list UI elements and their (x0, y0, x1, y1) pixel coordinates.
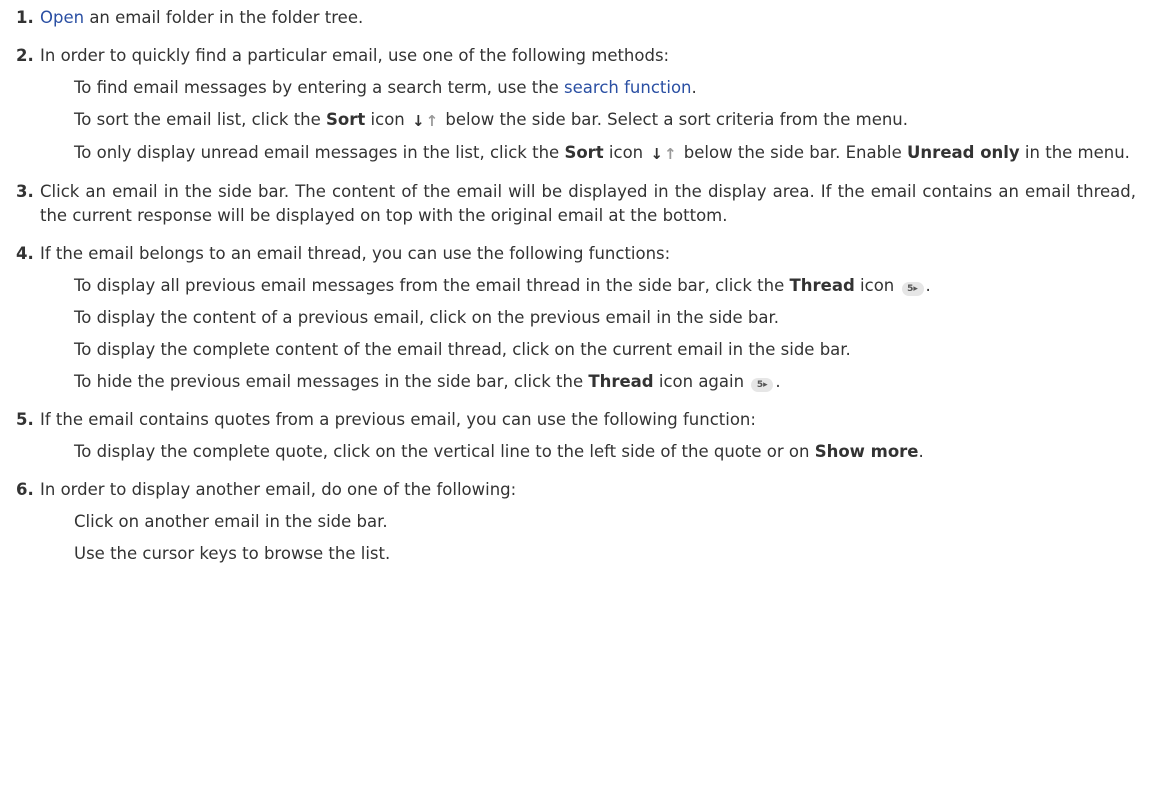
sort-label: Sort (326, 110, 366, 129)
function-list: To display all previous email messages f… (40, 274, 1136, 394)
function-text: icon (854, 276, 895, 295)
step-3-text: Click an email in the side bar. The cont… (40, 182, 1136, 225)
method-text: below the side bar. Select a sort criter… (440, 110, 909, 129)
function-complete-thread: To display the complete content of the e… (74, 340, 851, 359)
thread-icon: 5▸ (751, 378, 774, 392)
thread-icon: 5▸ (901, 282, 924, 296)
method-search: To find email messages by entering a sea… (74, 76, 1136, 100)
function-show-quote: To display the complete quote, click on … (74, 440, 1136, 464)
unread-only-label: Unread only (907, 143, 1020, 162)
step-6: 6. In order to display another email, do… (16, 478, 1136, 566)
open-link[interactable]: Open (40, 8, 84, 27)
function-text: . (775, 372, 781, 391)
thread-label: Thread (588, 372, 654, 391)
sort-icon: ↓ ↑ (412, 109, 438, 133)
step-number: 5. (16, 410, 34, 429)
thread-label: Thread (789, 276, 855, 295)
step-4: 4. If the email belongs to an email thre… (16, 242, 1136, 394)
sort-icon: ↓ ↑ (650, 142, 676, 166)
option-cursor-keys: Use the cursor keys to browse the list. (74, 544, 391, 563)
step-1-text: an email folder in the folder tree. (84, 8, 364, 27)
method-text: . (691, 78, 697, 97)
method-text: in the menu. (1019, 143, 1130, 162)
search-function-link[interactable]: search function (564, 78, 691, 97)
step-number: 4. (16, 244, 34, 263)
method-text: To find email messages by entering a sea… (74, 78, 565, 97)
option-click-email: Click on another email in the side bar. (74, 512, 388, 531)
function-text: icon again (653, 372, 745, 391)
option-list: Click on another email in the side bar. … (40, 510, 1136, 566)
sort-label: Sort (564, 143, 604, 162)
step-5: 5. If the email contains quotes from a p… (16, 408, 1136, 464)
method-text: icon (603, 143, 644, 162)
method-text: below the side bar. Enable (678, 143, 908, 162)
function-show-thread: To display all previous email messages f… (74, 274, 1136, 298)
step-number: 6. (16, 480, 34, 499)
function-text: . (925, 276, 931, 295)
function-text: To display the complete quote, click on … (74, 442, 815, 461)
show-more-label: Show more (814, 442, 919, 461)
method-text: To only display unread email messages in… (74, 143, 565, 162)
function-hide-thread: To hide the previous email messages in t… (74, 370, 1136, 394)
step-4-text: If the email belongs to an email thread,… (40, 244, 671, 263)
arrow-up-icon: ↑ (425, 112, 439, 130)
step-6-text: In order to display another email, do on… (40, 480, 517, 499)
method-text: To sort the email list, click the (74, 110, 327, 129)
method-text: icon (365, 110, 405, 129)
step-number: 1. (16, 8, 34, 27)
step-5-text: If the email contains quotes from a prev… (40, 410, 756, 429)
arrow-down-icon: ↓ (412, 112, 425, 130)
function-text: To display all previous email messages f… (74, 276, 790, 295)
method-list: To find email messages by entering a sea… (40, 76, 1136, 166)
step-number: 2. (16, 46, 34, 65)
method-unread: To only display unread email messages in… (74, 141, 1136, 166)
function-text: . (918, 442, 924, 461)
step-number: 3. (16, 182, 34, 201)
arrow-up-icon: ↑ (663, 145, 677, 163)
function-list: To display the complete quote, click on … (40, 440, 1136, 464)
step-2: 2. In order to quickly find a particular… (16, 44, 1136, 166)
step-2-text: In order to quickly find a particular em… (40, 46, 670, 65)
instructions-document: 1. Open an email folder in the folder tr… (0, 0, 1136, 566)
step-text: Open an email folder in the folder tree. (40, 6, 1136, 30)
arrow-down-icon: ↓ (650, 145, 663, 163)
method-sort: To sort the email list, click the Sort i… (74, 108, 1136, 133)
step-1: 1. Open an email folder in the folder tr… (16, 6, 1136, 30)
step-3: 3. Click an email in the side bar. The c… (16, 180, 1136, 228)
function-text: To hide the previous email messages in t… (74, 372, 589, 391)
function-previous-email: To display the content of a previous ema… (74, 308, 780, 327)
